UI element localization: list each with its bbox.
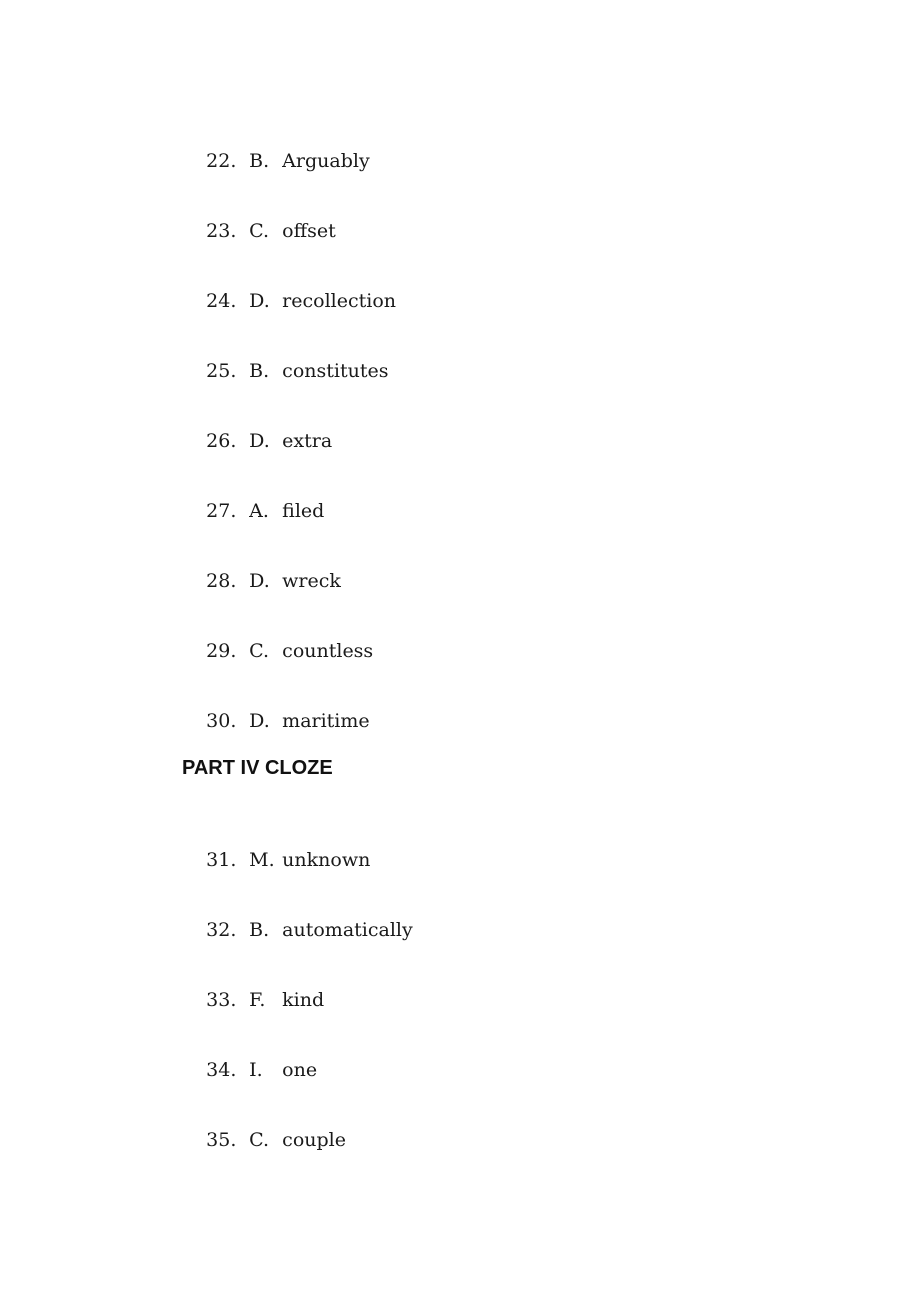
answer-line: 22. B. Arguably [182,128,370,194]
question-number: 34. [206,1059,237,1081]
answer-option: D. [249,710,270,732]
question-number: 23. [206,220,237,242]
answer-option: D. [249,430,270,452]
answer-line: 28. D. wreck [182,548,341,614]
answer-line: 25. B. constitutes [182,338,388,404]
answer-line: 24. D. recollection [182,268,396,334]
question-number: 33. [206,989,237,1011]
question-number: 35. [206,1129,237,1151]
answer-option: D. [249,290,270,312]
answer-option: B. [249,360,270,382]
question-number: 29. [206,640,237,662]
answer-line: 23. C. offset [182,198,336,264]
answer-word: unknown [282,849,371,871]
question-number: 27. [206,500,237,522]
answer-line: 33. F. kind [182,967,324,1033]
answer-option: C. [249,1129,270,1151]
answer-option: D. [249,570,270,592]
answer-line: 32. B. automatically [182,897,413,963]
answer-word: maritime [282,710,370,732]
answer-word: filed [282,500,325,522]
answer-option: C. [249,640,270,662]
question-number: 32. [206,919,237,941]
question-number: 26. [206,430,237,452]
answer-line: 31. M. unknown [182,827,370,893]
answer-option: B. [249,919,270,941]
answer-word: recollection [282,290,397,312]
answer-option: A. [249,500,269,522]
answer-option: M. [249,849,275,871]
answer-option: C. [249,220,270,242]
answer-line: 26. D. extra [182,408,332,474]
answer-option: I. [249,1059,263,1081]
answer-word: countless [282,640,374,662]
answer-option: B. [249,150,270,172]
answer-word: wreck [282,570,341,592]
question-number: 24. [206,290,237,312]
question-number: 30. [206,710,237,732]
answer-word: constitutes [282,360,389,382]
answer-word: couple [282,1129,346,1151]
answer-word: automatically [282,919,413,941]
answer-line: 30. D. maritime [182,688,370,754]
question-number: 22. [206,150,237,172]
answer-word: kind [282,989,325,1011]
question-number: 28. [206,570,237,592]
answer-word: extra [282,430,333,452]
question-number: 31. [206,849,237,871]
answer-option: F. [249,989,266,1011]
section-heading: PART IV CLOZE [182,757,333,779]
answer-word: Arguably [282,150,370,172]
question-number: 25. [206,360,237,382]
answer-word: offset [282,220,336,242]
answer-line: 35. C. couple [182,1107,346,1173]
answer-word: one [282,1059,318,1081]
answer-line: 27. A. filed [182,478,324,544]
document-page: 22. B. Arguably 23. C. offset 24. D. recollect… [0,0,920,1302]
answer-line: 34. I. one [182,1037,317,1103]
answer-line: 29. C. countless [182,618,373,684]
